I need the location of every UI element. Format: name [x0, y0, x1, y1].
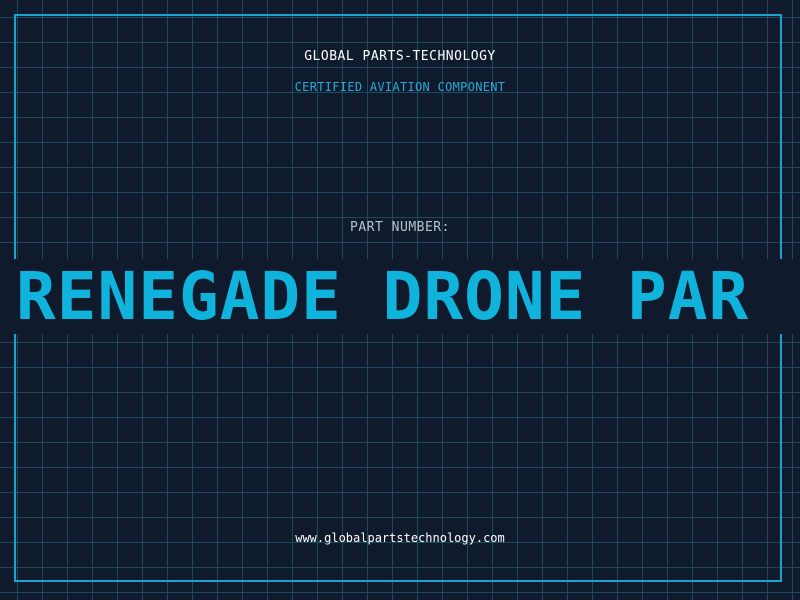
brand-title: GLOBAL PARTS-TECHNOLOGY [304, 49, 496, 64]
part-number-value: RENEGADE DRONE PAR [16, 259, 750, 334]
part-number-banner: RENEGADE DRONE PAR [0, 259, 800, 334]
certification-subtitle: CERTIFIED AVIATION COMPONENT [294, 80, 506, 94]
website-url: www.globalpartstechnology.com [295, 531, 505, 545]
part-number-label: PART NUMBER: [350, 220, 450, 235]
